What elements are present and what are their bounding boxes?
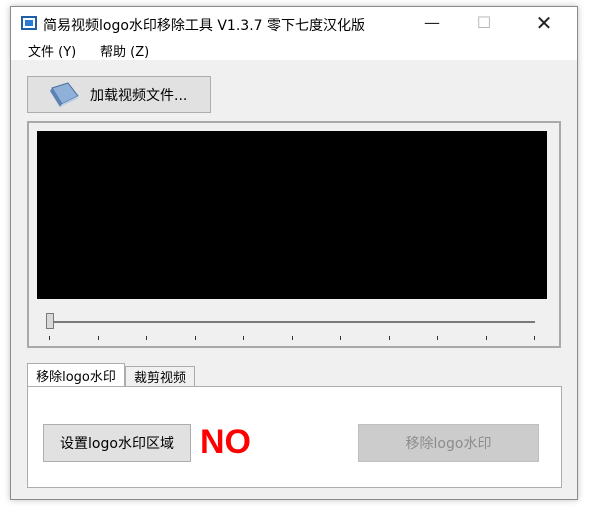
remove-logo-panel: 设置logo水印区域 NO 移除logo水印 — [27, 386, 562, 488]
close-button[interactable]: ✕ — [521, 7, 567, 38]
video-panel — [27, 121, 561, 348]
app-icon — [21, 16, 37, 30]
load-video-button[interactable]: 加载视频文件... — [27, 76, 211, 113]
slider-tick — [388, 336, 390, 340]
slider-tick — [243, 336, 244, 340]
remove-logo-button[interactable]: 移除logo水印 — [358, 424, 539, 462]
menu-file[interactable]: 文件 (Y) — [28, 41, 76, 60]
seek-slider-thumb[interactable] — [46, 313, 54, 329]
slider-tick — [291, 336, 293, 340]
video-preview — [37, 131, 547, 299]
window-title: 简易视频logo水印移除工具 V1.3.7 零下七度汉化版 — [43, 18, 366, 34]
slider-tick — [437, 336, 438, 340]
slider-tick — [146, 336, 147, 340]
slider-tick — [49, 336, 50, 340]
title-bar[interactable]: 简易视频logo水印移除工具 V1.3.7 零下七度汉化版 — ☐ ✕ — [11, 7, 577, 38]
tab-crop-video[interactable]: 裁剪视频 — [125, 366, 195, 386]
slider-tick — [97, 336, 99, 340]
file-open-icon — [50, 81, 79, 107]
minimize-button[interactable]: — — [409, 7, 455, 38]
seek-slider-track[interactable] — [47, 321, 535, 323]
maximize-button[interactable]: ☐ — [461, 7, 507, 38]
app-window: 简易视频logo水印移除工具 V1.3.7 零下七度汉化版 — ☐ ✕ 文件 (… — [10, 6, 578, 500]
menu-bar: 文件 (Y) 帮助 (Z) — [11, 38, 577, 60]
menu-help[interactable]: 帮助 (Z) — [100, 41, 149, 60]
tab-remove-logo[interactable]: 移除logo水印 — [27, 363, 125, 386]
region-status-text: NO — [200, 423, 251, 461]
slider-tick — [194, 336, 196, 340]
slider-tick — [534, 336, 535, 340]
set-logo-region-button[interactable]: 设置logo水印区域 — [43, 424, 191, 462]
slider-tick — [340, 336, 341, 340]
slider-tick — [485, 336, 487, 340]
load-video-label: 加载视频文件... — [90, 87, 188, 104]
